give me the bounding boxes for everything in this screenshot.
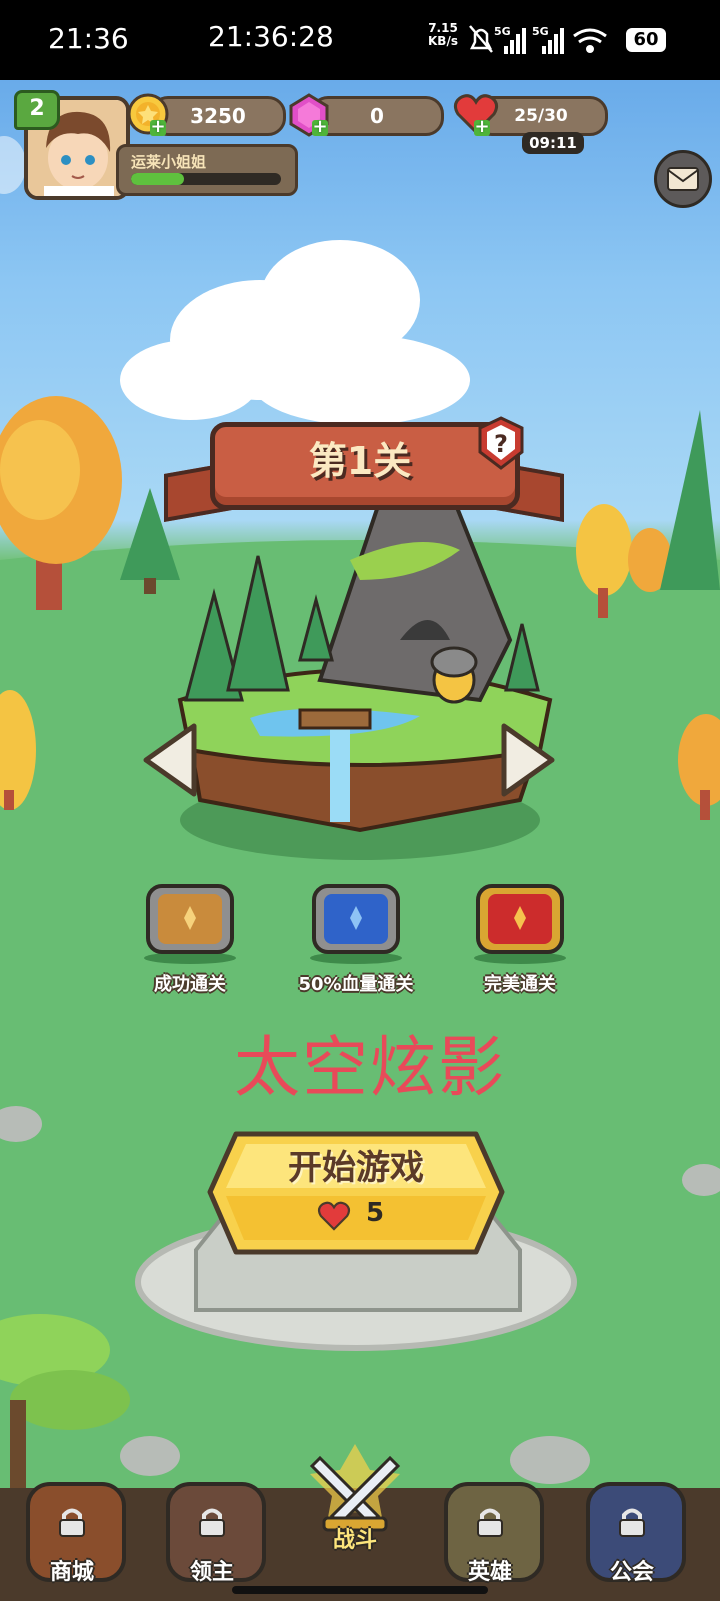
network-speed: 7.15 KB/s: [428, 22, 458, 48]
status-time: 21:36: [48, 22, 129, 55]
nav-item-guild[interactable]: 公会: [582, 1470, 686, 1590]
scenery: [0, 240, 720, 1601]
stamina-value: 25/30: [514, 106, 568, 126]
player-name-panel: 运莱小姐姐: [116, 144, 298, 196]
stage-title: 第1关: [308, 439, 412, 483]
mute-bell-icon: [469, 25, 493, 53]
game-screen: 21:36 21:36:28 7.15 KB/s 5G 5G 60 2 运莱小姐…: [0, 0, 720, 1601]
exp-bar-fill: [131, 173, 184, 185]
lock-icon: [619, 1508, 645, 1537]
svg-text:?: ?: [494, 430, 508, 458]
start-cost-value: 5: [366, 1198, 385, 1228]
chest-bronze-icon[interactable]: [142, 880, 238, 964]
reward-label-clear: 成功通关: [154, 974, 226, 995]
chest-silver-icon[interactable]: [308, 880, 404, 964]
nav-label-heroes: 英雄: [467, 1560, 512, 1585]
player-name: 运莱小姐姐: [131, 153, 207, 171]
cloud: [120, 240, 470, 425]
wifi-icon: [573, 28, 607, 53]
exp-bar: [131, 173, 281, 185]
home-indicator[interactable]: [232, 1586, 488, 1594]
nav-label-guild: 公会: [609, 1560, 654, 1585]
stamina-timer: 09:11: [522, 132, 584, 154]
lock-icon: [59, 1508, 85, 1537]
gold-value: 3250: [190, 104, 246, 128]
battery-indicator: 60: [626, 28, 666, 52]
tree-green-right: [660, 410, 720, 590]
nav-item-shop[interactable]: 商城: [22, 1470, 126, 1590]
start-cost-heart-icon: [317, 1201, 351, 1231]
status-clock: 21:36:28: [208, 20, 334, 53]
add-stamina-plus-icon[interactable]: +: [474, 118, 490, 136]
gem-value: 0: [370, 104, 384, 128]
mail-icon: [667, 167, 699, 191]
status-icons: 5G 5G: [469, 25, 607, 54]
overlay-text: 太空炫影: [234, 1029, 506, 1106]
help-question-icon[interactable]: ?: [476, 416, 526, 470]
nav-label-battle: 战斗: [332, 1528, 377, 1553]
signal-1-label: 5G: [494, 25, 511, 38]
next-stage-arrow-icon[interactable]: [500, 722, 556, 798]
nav-item-lord[interactable]: 领主: [162, 1470, 266, 1590]
prev-stage-arrow-icon[interactable]: [142, 722, 198, 798]
lock-icon: [477, 1508, 503, 1537]
network-speed-unit: KB/s: [428, 34, 458, 48]
signal-2-label: 5G: [532, 25, 549, 38]
nav-item-heroes[interactable]: 英雄: [440, 1470, 544, 1590]
add-gem-plus-icon[interactable]: +: [312, 118, 328, 136]
nav-label-shop: 商城: [49, 1560, 94, 1585]
add-gold-plus-icon[interactable]: +: [150, 118, 166, 136]
chest-gold-icon[interactable]: [472, 880, 568, 964]
reward-label-perfect: 完美通关: [484, 974, 556, 995]
nav-label-lord: 领主: [189, 1560, 234, 1585]
nav-item-battle[interactable]: 战斗: [300, 1440, 410, 1560]
lock-icon: [199, 1508, 225, 1537]
status-bar: 21:36 21:36:28 7.15 KB/s 5G 5G 60: [0, 0, 720, 80]
start-game-label: 开始游戏: [288, 1148, 424, 1188]
player-level-badge: 2: [14, 90, 60, 130]
reward-label-half-hp: 50%血量通关: [298, 974, 414, 995]
mail-button[interactable]: [654, 150, 712, 208]
